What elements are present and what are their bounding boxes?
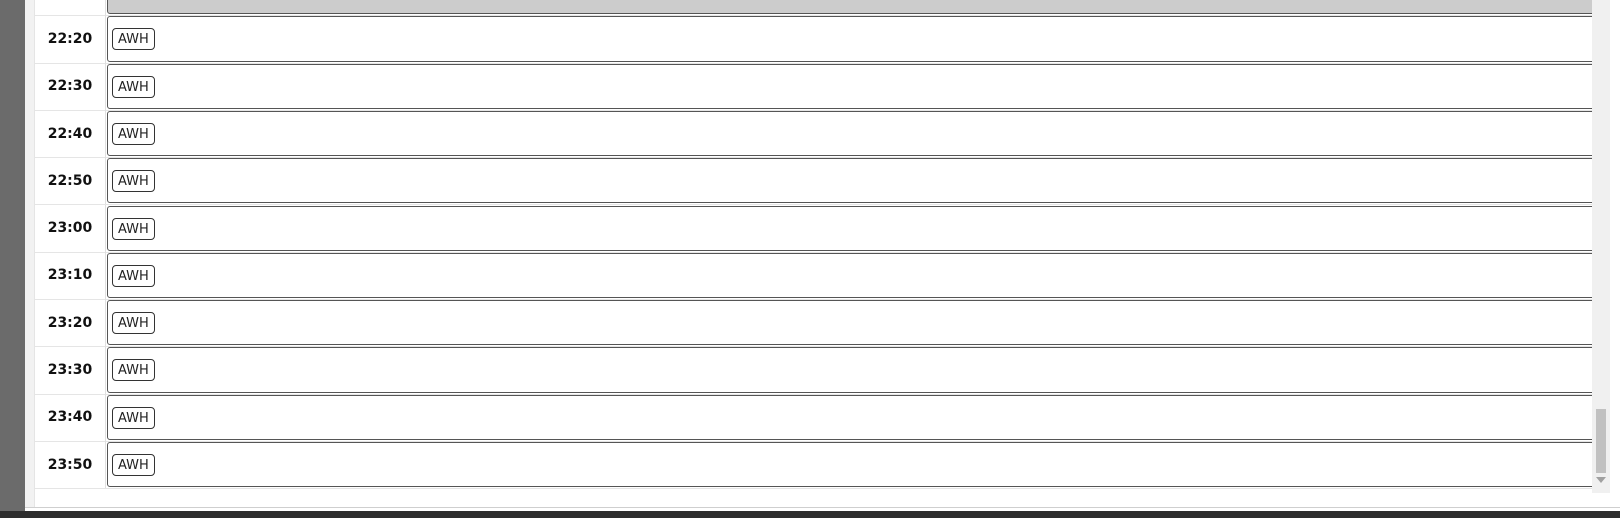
vertical-scrollbar[interactable] <box>1592 0 1610 493</box>
schedule-row <box>35 0 1620 17</box>
time-slot[interactable]: AWH <box>107 16 1620 62</box>
time-label: 23:40 <box>35 393 106 441</box>
schedule-app: 22:20 AWH 22:30 AWH 22:40 AWH 22:50 AWH 23:00 AWH… <box>0 0 1620 518</box>
slot-tag[interactable]: AWH <box>112 75 155 98</box>
time-label: 22:50 <box>35 157 106 205</box>
time-slot[interactable]: AWH <box>107 205 1620 251</box>
time-slot[interactable]: AWH <box>107 158 1620 204</box>
slot-tag[interactable]: AWH <box>112 454 155 476</box>
time-label: 22:20 <box>35 15 106 63</box>
time-label: 23:20 <box>35 299 106 347</box>
scrollbar-thumb[interactable] <box>1596 409 1606 473</box>
schedule-row: 22:30 AWH <box>35 62 1620 111</box>
time-label: 22:30 <box>35 62 106 110</box>
time-label: 23:00 <box>35 204 106 252</box>
slot-tag[interactable]: AWH <box>112 359 155 382</box>
schedule-row: 22:50 AWH <box>35 157 1620 206</box>
schedule-row: 23:00 AWH <box>35 204 1620 253</box>
time-slot[interactable]: AWH <box>107 394 1620 440</box>
time-slot[interactable] <box>107 0 1620 15</box>
time-slot[interactable]: AWH <box>107 252 1620 299</box>
time-slot[interactable]: AWH <box>107 347 1620 393</box>
schedule-row: 23:40 AWH <box>35 393 1620 442</box>
schedule-row: 22:40 AWH <box>35 109 1620 159</box>
slot-tag[interactable]: AWH <box>112 170 155 193</box>
time-slot[interactable]: AWH <box>107 110 1620 157</box>
schedule-grid: 22:20 AWH 22:30 AWH 22:40 AWH 22:50 AWH 23:00 AWH… <box>34 0 1620 507</box>
time-slot[interactable]: AWH <box>107 63 1620 109</box>
schedule-row: 23:50 AWH <box>35 441 1620 490</box>
time-label: 23:30 <box>35 346 106 394</box>
slot-tag[interactable]: AWH <box>112 312 155 335</box>
left-sidebar <box>0 0 25 518</box>
slot-tag[interactable]: AWH <box>112 217 155 240</box>
time-label: 22:40 <box>35 109 106 158</box>
left-gutter <box>25 0 34 518</box>
time-label: 23:50 <box>35 441 106 489</box>
slot-tag[interactable]: AWH <box>112 406 155 429</box>
slot-tag[interactable]: AWH <box>112 264 155 287</box>
slot-tag[interactable]: AWH <box>112 28 155 51</box>
schedule-row: 22:20 AWH <box>35 15 1620 64</box>
bottom-border <box>0 511 1620 518</box>
time-slot[interactable]: AWH <box>107 300 1620 346</box>
schedule-row: 23:20 AWH <box>35 299 1620 348</box>
schedule-row: 23:10 AWH <box>35 251 1620 301</box>
slot-tag[interactable]: AWH <box>112 122 155 145</box>
time-label <box>35 0 106 16</box>
time-label: 23:10 <box>35 251 106 300</box>
scroll-down-arrow-icon[interactable] <box>1596 477 1606 483</box>
right-edge <box>1610 0 1620 518</box>
time-slot[interactable]: AWH <box>107 442 1620 488</box>
schedule-row: 23:30 AWH <box>35 346 1620 395</box>
